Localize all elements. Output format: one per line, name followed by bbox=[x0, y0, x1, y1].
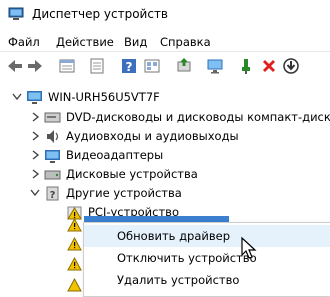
back-icon[interactable] bbox=[6, 57, 24, 75]
tree-item-audio[interactable]: Аудиовходы и аудиовыходы bbox=[0, 127, 330, 146]
menu-item-label: Обновить драйвер bbox=[117, 229, 231, 243]
download-icon[interactable] bbox=[282, 57, 300, 75]
audio-icon bbox=[47, 130, 59, 143]
list-icon[interactable] bbox=[88, 57, 106, 75]
enable-device-icon[interactable] bbox=[238, 57, 256, 75]
menu-view[interactable]: Вид bbox=[124, 35, 147, 49]
chevron-right-icon[interactable] bbox=[30, 111, 40, 123]
svg-text:?: ? bbox=[50, 190, 56, 201]
mouse-pointer-icon bbox=[241, 236, 257, 259]
tree-item-label: DVD-дисководы и дисководы компакт-дисков bbox=[66, 110, 330, 124]
toolbar: ? bbox=[0, 51, 330, 81]
display-adapter-icon bbox=[45, 150, 60, 163]
menu-item-update-driver[interactable]: Обновить драйвер bbox=[84, 225, 330, 247]
warning-device-icon bbox=[67, 217, 82, 232]
menu-action[interactable]: Действие bbox=[56, 35, 114, 49]
tree-item-dvd[interactable]: DVD-дисководы и дисководы компакт-дисков bbox=[0, 108, 330, 127]
tree-root-label: WIN-URH56U5VT7F bbox=[48, 90, 160, 104]
title-bar: Диспетчер устройств bbox=[0, 0, 330, 31]
computer-icon bbox=[27, 91, 42, 104]
tree-item-label: Видеоадаптеры bbox=[66, 148, 164, 162]
menu-item-uninstall-device[interactable]: Удалить устройство bbox=[84, 269, 330, 291]
context-menu: Обновить драйвер Отключить устройство Уд… bbox=[83, 222, 330, 297]
warning-device-icon bbox=[67, 256, 82, 271]
menu-file[interactable]: Файл bbox=[8, 35, 40, 49]
update-driver-icon[interactable] bbox=[175, 57, 193, 75]
warning-device-icon bbox=[67, 236, 82, 251]
menu-help[interactable]: Справка bbox=[160, 35, 211, 49]
monitor-icon[interactable] bbox=[206, 57, 224, 75]
tree-item-label: Дисковые устройства bbox=[66, 167, 198, 181]
forward-icon[interactable] bbox=[26, 57, 44, 75]
chevron-right-icon[interactable] bbox=[30, 168, 40, 180]
menu-item-label: Отключить устройство bbox=[117, 251, 257, 265]
delete-icon[interactable] bbox=[260, 57, 278, 75]
tree-item-label: Аудиовходы и аудиовыходы bbox=[66, 129, 239, 143]
chevron-down-icon[interactable] bbox=[12, 91, 22, 103]
tree-item-video[interactable]: Видеоадаптеры bbox=[0, 146, 330, 165]
dvd-drive-icon bbox=[44, 112, 61, 123]
menu-item-label: Удалить устройство bbox=[117, 273, 240, 287]
tree-item-other[interactable]: ? Другие устройства bbox=[0, 184, 330, 203]
window-title: Диспетчер устройств bbox=[32, 7, 169, 21]
help-icon[interactable]: ? bbox=[120, 57, 138, 75]
tree-root[interactable]: WIN-URH56U5VT7F bbox=[0, 88, 330, 107]
device-manager-icon bbox=[8, 7, 24, 20]
menu-bar: Файл Действие Вид Справка bbox=[0, 31, 330, 51]
view-icon[interactable] bbox=[143, 57, 161, 75]
chevron-down-icon[interactable] bbox=[30, 187, 40, 199]
tree-item-disks[interactable]: Дисковые устройства bbox=[0, 165, 330, 184]
svg-text:?: ? bbox=[126, 60, 133, 74]
menu-item-disable-device[interactable]: Отключить устройство bbox=[84, 247, 330, 269]
properties-icon[interactable] bbox=[58, 57, 76, 75]
other-devices-icon: ? bbox=[46, 186, 59, 201]
warning-device-icon bbox=[67, 277, 82, 292]
chevron-right-icon[interactable] bbox=[30, 149, 40, 161]
tree-item-label: Другие устройства bbox=[66, 186, 182, 200]
disk-drive-icon bbox=[44, 170, 61, 180]
chevron-right-icon[interactable] bbox=[30, 130, 40, 142]
